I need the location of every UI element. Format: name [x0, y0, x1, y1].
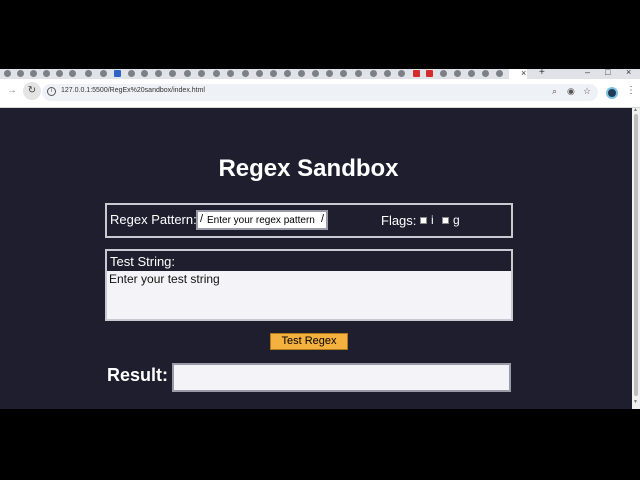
zoom-icon[interactable]: ⌕: [552, 86, 557, 97]
result-output: [172, 363, 511, 392]
regex-pattern-field[interactable]: / /: [196, 210, 328, 230]
test-string-input[interactable]: [107, 271, 511, 319]
tab-favicon-icon[interactable]: [43, 70, 50, 77]
site-info-icon[interactable]: i: [47, 87, 56, 96]
tab-favicon-icon[interactable]: [155, 70, 162, 77]
tab-favicon-icon[interactable]: [184, 70, 191, 77]
tab-favicon-icon[interactable]: [30, 70, 37, 77]
minimize-button[interactable]: –: [585, 67, 590, 77]
tab-favicon-icon[interactable]: [355, 70, 362, 77]
regex-pattern-section: Regex Pattern: / / Flags: i g: [105, 203, 513, 238]
eye-icon[interactable]: ◉: [567, 86, 575, 97]
reload-icon[interactable]: ↻: [23, 82, 41, 100]
flag-i-checkbox[interactable]: [420, 217, 427, 224]
scroll-down-icon[interactable]: ▼: [633, 399, 638, 405]
regex-close-slash: /: [321, 213, 325, 225]
tab-favicon-icon[interactable]: [242, 70, 249, 77]
tab-favicon-icon[interactable]: [270, 70, 277, 77]
tab-favicon-icon[interactable]: [114, 70, 121, 77]
menu-dots-icon[interactable]: ⋮: [626, 85, 636, 96]
tab-favicon-icon[interactable]: [454, 70, 461, 77]
tab-favicon-icon[interactable]: [69, 70, 76, 77]
tab-favicon-icon[interactable]: [384, 70, 391, 77]
tab-favicon-icon[interactable]: [468, 70, 475, 77]
tab-favicon-icon[interactable]: [370, 70, 377, 77]
flag-g-checkbox[interactable]: [442, 217, 449, 224]
result-label: Result:: [107, 365, 169, 385]
new-tab-button[interactable]: +: [539, 67, 545, 78]
regex-pattern-label: Regex Pattern:: [110, 212, 197, 227]
tab-favicon-icon[interactable]: [169, 70, 176, 77]
tab-favicon-icon[interactable]: [340, 70, 347, 77]
tab-favicon-icon[interactable]: [128, 70, 135, 77]
flags-label: Flags:: [381, 213, 417, 228]
tab-favicon-icon[interactable]: [17, 70, 24, 77]
tab-favicon-icon[interactable]: [312, 70, 319, 77]
tab-favicon-icon[interactable]: [398, 70, 405, 77]
tab-favicon-icon[interactable]: [440, 70, 447, 77]
maximize-button[interactable]: □: [605, 67, 610, 77]
tab-favicon-icon[interactable]: [326, 70, 333, 77]
tab-favicon-icon[interactable]: [256, 70, 263, 77]
tab-favicon-icon[interactable]: [4, 70, 11, 77]
tab-favicon-icon[interactable]: [482, 70, 489, 77]
page-title: Regex Sandbox: [218, 155, 399, 182]
url-text[interactable]: 127.0.0.1:5500/RegEx%20sandbox/index.htm…: [61, 87, 205, 94]
tab-favicon-icon[interactable]: [426, 70, 433, 77]
flag-g-label: g: [453, 213, 460, 227]
tab-favicon-icon[interactable]: [298, 70, 305, 77]
scrollbar-thumb[interactable]: [634, 114, 638, 396]
scroll-up-icon[interactable]: ▲: [633, 107, 638, 113]
test-regex-button[interactable]: Test Regex: [270, 333, 348, 350]
tab-favicon-icon[interactable]: [56, 70, 63, 77]
tab-favicon-icon[interactable]: [198, 70, 205, 77]
back-arrow-icon[interactable]: →: [7, 85, 17, 96]
profile-avatar[interactable]: [606, 87, 618, 99]
close-window-button[interactable]: ×: [626, 67, 631, 77]
close-tab-icon[interactable]: ×: [521, 68, 526, 78]
page-content: Regex Sandbox Regex Pattern: / / Flags: …: [0, 108, 632, 409]
test-string-section: Test String:: [105, 249, 513, 321]
address-bar[interactable]: i 127.0.0.1:5500/RegEx%20sandbox/index.h…: [42, 84, 598, 101]
tab-favicon-icon[interactable]: [413, 70, 420, 77]
tab-strip: × + – □ ×: [0, 67, 640, 79]
screen: × + – □ × → ↻ i 127.0.0.1:5500/RegEx%20s…: [0, 0, 640, 480]
flag-i-label: i: [431, 213, 434, 227]
bookmark-star-icon[interactable]: ☆: [583, 86, 591, 97]
browser-toolbar: → ↻ i 127.0.0.1:5500/RegEx%20sandbox/ind…: [0, 79, 640, 108]
tab-favicon-icon[interactable]: [85, 70, 92, 77]
page-scrollbar[interactable]: ▲ ▼: [632, 107, 640, 409]
regex-open-slash: /: [200, 213, 204, 225]
tab-favicon-icon[interactable]: [284, 70, 291, 77]
tab-favicon-icon[interactable]: [496, 70, 503, 77]
tab-favicon-icon[interactable]: [227, 70, 234, 77]
regex-pattern-input[interactable]: [207, 213, 319, 227]
tab-favicon-icon[interactable]: [213, 70, 220, 77]
tab-favicon-icon[interactable]: [141, 70, 148, 77]
tab-favicon-icon[interactable]: [100, 70, 107, 77]
test-string-label: Test String:: [110, 254, 176, 269]
